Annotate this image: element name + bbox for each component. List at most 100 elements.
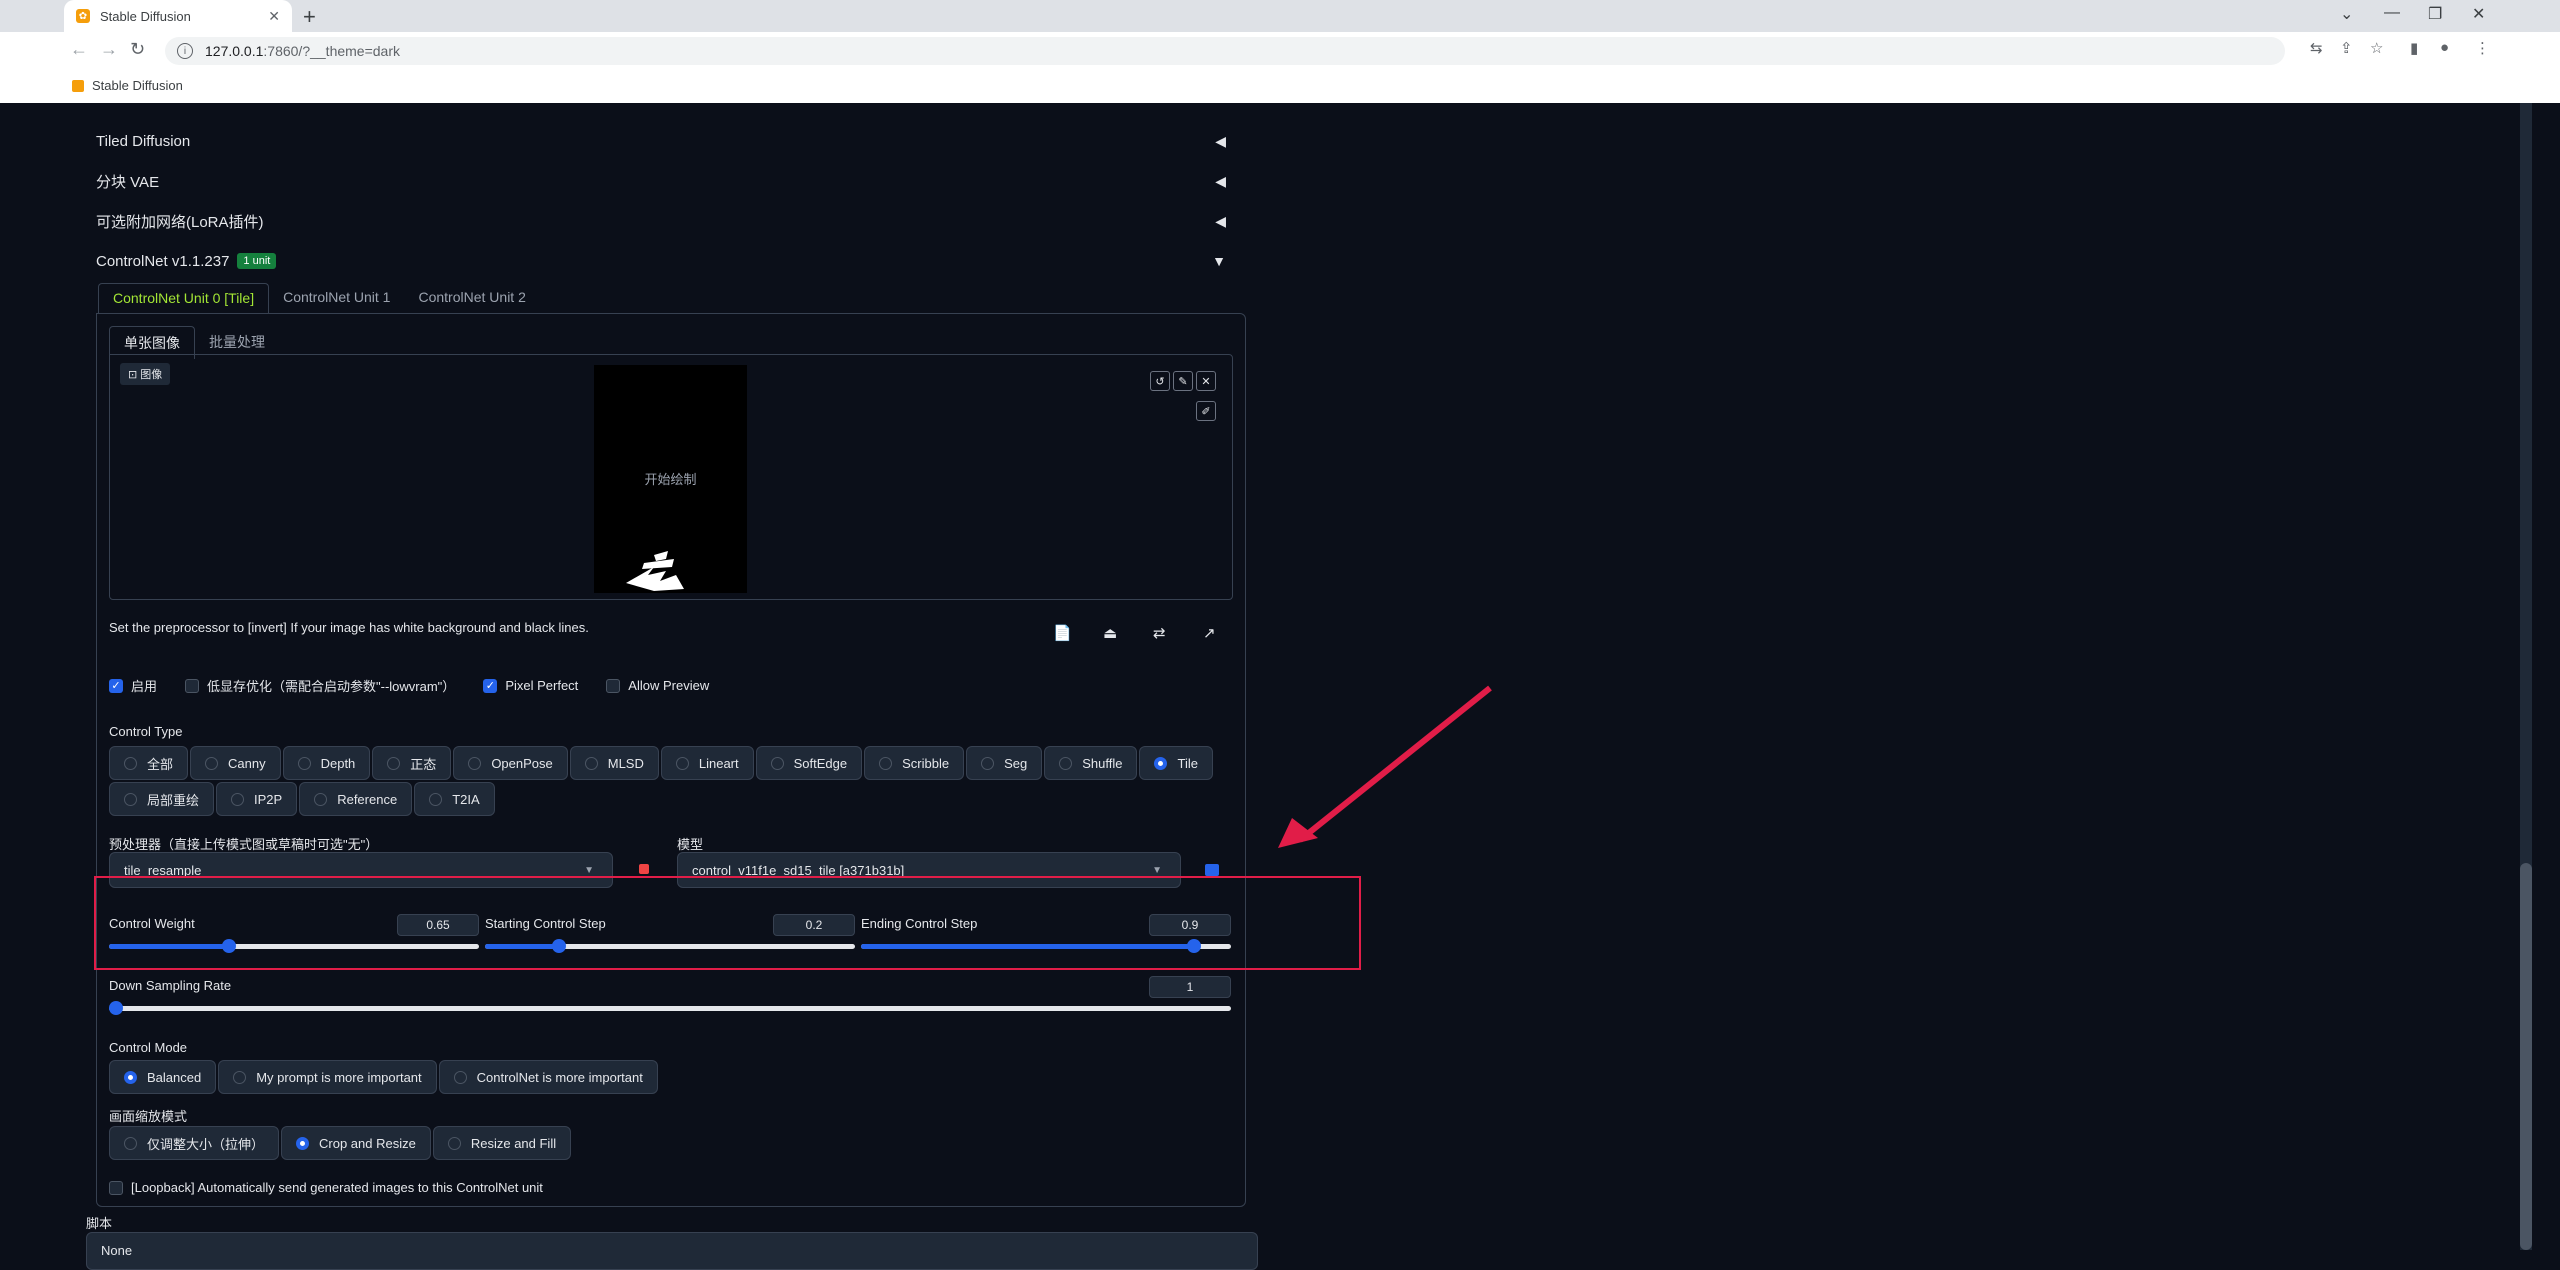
radio-unselected-icon <box>124 792 137 806</box>
control-mode-radio-0[interactable]: Balanced <box>109 1060 217 1094</box>
allow-preview-checkbox[interactable]: Allow Preview <box>606 678 709 693</box>
tab-controlnet-unit-1[interactable]: ControlNet Unit 1 <box>269 283 404 313</box>
webui-page: Tiled Diffusion ◀ 分块 VAE ◀ 可选附加网络(LoRA插件… <box>0 103 2560 1250</box>
slider-track[interactable] <box>109 1001 1231 1015</box>
control-type-radio-4[interactable]: OpenPose <box>453 746 568 780</box>
radio-label: Depth <box>320 755 356 771</box>
checkbox-unchecked-icon <box>606 678 621 693</box>
collapse-arrow-icon: ◀ <box>1215 212 1226 229</box>
control-mode-radio-1[interactable]: My prompt is more important <box>218 1060 437 1094</box>
control-type-radio-6[interactable]: Lineart <box>660 746 754 780</box>
control-type-radio-9[interactable]: Seg <box>966 746 1043 780</box>
accordion-label: 可选附加网络(LoRA插件) <box>96 213 264 231</box>
pixel-perfect-checkbox[interactable]: ✓ Pixel Perfect <box>483 678 578 693</box>
scrollbar-thumb[interactable] <box>2520 863 2532 1250</box>
radio-unselected-icon <box>453 1070 467 1084</box>
accordion-tiled-diffusion[interactable]: Tiled Diffusion ◀ <box>96 123 1226 159</box>
control-type-radio-15[interactable]: T2IA <box>414 782 495 816</box>
sidepanel-icon[interactable]: ▮ <box>2410 39 2418 57</box>
forward-icon[interactable]: → <box>100 39 118 60</box>
slider-thumb[interactable] <box>109 1001 123 1015</box>
menu-icon[interactable]: ⋮ <box>2475 39 2490 57</box>
tab-controlnet-unit-2[interactable]: ControlNet Unit 2 <box>404 283 539 313</box>
enable-checkbox[interactable]: ✓ 启用 <box>109 676 157 695</box>
radio-label: Resize and Fill <box>470 1135 557 1151</box>
radio-label: IP2P <box>254 791 283 807</box>
sketch-canvas[interactable]: 开始绘制 <box>594 365 747 593</box>
resize-mode-radio-1[interactable]: Crop and Resize <box>281 1126 431 1160</box>
translate-icon[interactable]: ⇆ <box>2310 39 2323 57</box>
new-tab-icon[interactable]: + <box>303 4 316 30</box>
browser-tab[interactable]: ✿ Stable Diffusion ✕ <box>64 0 292 32</box>
radio-unselected-icon <box>981 756 995 770</box>
undo-icon[interactable]: ↺ <box>1150 371 1170 391</box>
control-type-radios: 全部 Canny Depth 正态 OpenPose MLSD Lineart SoftEdg… <box>109 746 1229 818</box>
loopback-checkbox[interactable]: [Loopback] Automatically send generated … <box>109 1180 543 1195</box>
control-type-radio-1[interactable]: Canny <box>190 746 281 780</box>
clear-icon[interactable]: ✕ <box>1196 371 1216 391</box>
minimize-icon[interactable]: — <box>2384 4 2400 22</box>
control-type-radio-2[interactable]: Depth <box>282 746 371 780</box>
radio-label: OpenPose <box>491 755 553 771</box>
edit-icon[interactable]: ✎ <box>1173 371 1193 391</box>
control-type-radio-12[interactable]: 局部重绘 <box>109 782 215 816</box>
radio-unselected-icon <box>468 756 482 770</box>
accordion-controlnet[interactable]: ControlNet v1.1.237 1 unit ▼ <box>96 243 1226 279</box>
radio-unselected-icon <box>447 1136 461 1150</box>
control-type-radio-8[interactable]: Scribble <box>864 746 965 780</box>
refresh-models-icon[interactable] <box>1205 864 1219 876</box>
send-dimensions-icon[interactable]: ↗ <box>1203 624 1216 642</box>
control-type-radio-7[interactable]: SoftEdge <box>755 746 863 780</box>
address-bar[interactable]: i 127.0.0.1:7860/?__theme=dark <box>165 37 2285 65</box>
control-type-radio-13[interactable]: IP2P <box>216 782 298 816</box>
run-preprocessor-icon[interactable] <box>639 864 649 874</box>
collapse-arrow-icon: ◀ <box>1215 132 1226 149</box>
radio-unselected-icon <box>205 756 219 770</box>
control-type-radio-14[interactable]: Reference <box>299 782 413 816</box>
resize-mode-radio-0[interactable]: 仅调整大小（拉伸） <box>109 1126 280 1160</box>
radio-unselected-icon <box>314 792 328 806</box>
url-text: 127.0.0.1:7860/?__theme=dark <box>205 43 400 59</box>
control-type-radio-5[interactable]: MLSD <box>569 746 659 780</box>
reload-icon[interactable]: ↻ <box>130 39 145 60</box>
site-info-icon[interactable]: i <box>177 43 193 59</box>
tab-close-icon[interactable]: ✕ <box>268 8 280 25</box>
control-type-radio-10[interactable]: Shuffle <box>1044 746 1138 780</box>
control-type-radio-0[interactable]: 全部 <box>109 746 189 780</box>
radio-label: Crop and Resize <box>319 1135 416 1151</box>
restore-icon[interactable]: ❐ <box>2428 4 2442 24</box>
tab-search-icon[interactable]: ⌄ <box>2340 4 2353 24</box>
radio-label: MLSD <box>607 755 644 771</box>
bookmark-stable-diffusion[interactable]: Stable Diffusion <box>72 78 183 93</box>
profile-icon[interactable]: ● <box>2440 39 2449 56</box>
window-close-icon[interactable]: ✕ <box>2472 4 2485 24</box>
resize-mode-radio-2[interactable]: Resize and Fill <box>432 1126 572 1160</box>
radio-unselected-icon <box>233 1070 247 1084</box>
radio-label: 局部重绘 <box>147 792 200 808</box>
image-input-area[interactable]: ⊡ 图像 开始绘制 ↺ ✎ ✕ ✐ <box>109 354 1233 600</box>
script-value: None <box>101 1243 133 1258</box>
radio-label: ControlNet is more important <box>476 1069 643 1085</box>
slider-number-input[interactable]: 1 <box>1149 976 1231 998</box>
back-icon[interactable]: ← <box>70 39 88 60</box>
lowvram-checkbox[interactable]: 低显存优化（需配合启动参数"--lowvram"） <box>185 676 455 695</box>
accordion-tiled-vae[interactable]: 分块 VAE ◀ <box>96 163 1226 199</box>
control-mode-radio-2[interactable]: ControlNet is more important <box>438 1060 658 1094</box>
preprocessor-hint: Set the preprocessor to [invert] If your… <box>109 620 589 635</box>
new-canvas-icon[interactable]: 📄 <box>1053 624 1072 642</box>
swap-icon[interactable]: ⇄ <box>1153 624 1166 642</box>
accordion-additional-networks[interactable]: 可选附加网络(LoRA插件) ◀ <box>96 203 1226 239</box>
brush-icon[interactable]: ✐ <box>1196 401 1216 421</box>
radio-unselected-icon <box>675 756 689 770</box>
control-type-radio-3[interactable]: 正态 <box>372 746 452 780</box>
checkbox-unchecked-icon <box>185 678 200 693</box>
script-dropdown[interactable]: None <box>86 1232 1258 1270</box>
control-type-radio-11[interactable]: Tile <box>1139 746 1213 780</box>
control-mode-radios: Balanced My prompt is more important Contr… <box>109 1060 1229 1096</box>
share-icon[interactable]: ⇪ <box>2340 39 2353 57</box>
url-rest: :7860/?__theme=dark <box>263 43 400 59</box>
bookmark-star-icon[interactable]: ☆ <box>2370 39 2383 57</box>
webcam-icon[interactable]: ⏏ <box>1103 624 1117 642</box>
tab-controlnet-unit-0[interactable]: ControlNet Unit 0 [Tile] <box>98 283 270 313</box>
option-label: 低显存优化（需配合启动参数"--lowvram"） <box>207 679 456 694</box>
